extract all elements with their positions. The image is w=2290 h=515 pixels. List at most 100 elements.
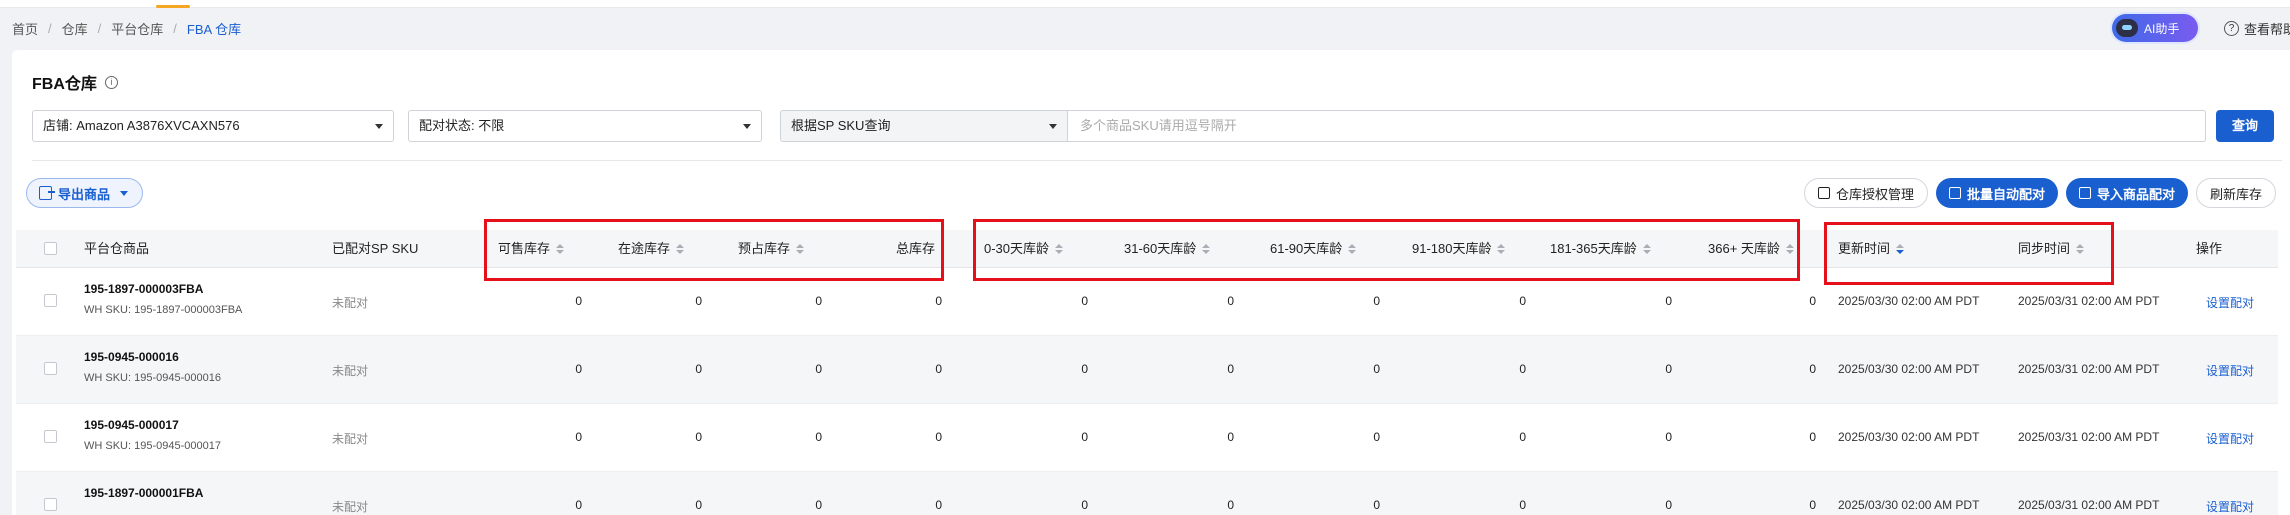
synced-time: 2025/03/31 02:00 AM PDT [2018, 362, 2160, 376]
divider [32, 160, 2282, 161]
export-icon [39, 186, 55, 200]
product-sku: 195-0945-000016 [84, 350, 179, 364]
stock-value-available: 0 [575, 498, 582, 512]
stock-value-a6: 0 [1809, 498, 1816, 512]
select-all-checkbox[interactable] [44, 242, 57, 255]
synced-time: 2025/03/31 02:00 AM PDT [2018, 294, 2160, 308]
stock-value-a5: 0 [1665, 430, 1672, 444]
stock-value-total: 0 [935, 294, 942, 308]
stock-value-available: 0 [575, 294, 582, 308]
header-product: 平台仓商品 [84, 241, 150, 256]
highlight-time-columns [1824, 222, 2114, 285]
stock-value-a6: 0 [1809, 294, 1816, 308]
stock-value-inbound: 0 [695, 294, 702, 308]
page-title: FBA仓库 i [32, 70, 118, 94]
stock-value-inbound: 0 [695, 362, 702, 376]
batch-auto-match-button[interactable]: 批量自动配对 [1935, 178, 2058, 208]
stock-value-reserved: 0 [815, 362, 822, 376]
export-products-button[interactable]: 导出商品 [26, 178, 144, 208]
stock-value-a3: 0 [1373, 294, 1380, 308]
stock-value-a4: 0 [1519, 498, 1526, 512]
matched-sku-status: 未配对 [332, 500, 369, 514]
stock-value-a1: 0 [1081, 294, 1088, 308]
breadcrumb-current: FBA 仓库 [186, 21, 242, 37]
set-match-link[interactable]: 设置配对 [2206, 362, 2254, 379]
stock-value-a3: 0 [1373, 430, 1380, 444]
updated-time: 2025/03/30 02:00 AM PDT [1838, 430, 1980, 444]
import-match-button[interactable]: 导入商品配对 [2065, 178, 2188, 208]
help-link[interactable]: ? 查看帮助 [2224, 19, 2290, 38]
set-match-link[interactable]: 设置配对 [2206, 294, 2254, 311]
active-nav-indicator [156, 5, 190, 8]
stock-value-a2: 0 [1227, 362, 1234, 376]
breadcrumb-warehouse[interactable]: 仓库 [62, 19, 88, 38]
row-checkbox[interactable] [44, 362, 57, 375]
stock-value-a3: 0 [1373, 362, 1380, 376]
stock-value-a5: 0 [1665, 294, 1672, 308]
breadcrumb-platform-warehouse[interactable]: 平台仓库 [111, 19, 163, 38]
product-sku: 195-0945-000017 [84, 418, 179, 432]
match-status-select[interactable]: 配对状态: 不限 [408, 110, 762, 142]
wh-sku: WH SKU: 195-0945-000016 [84, 372, 221, 384]
info-icon[interactable]: i [104, 75, 118, 89]
breadcrumb: 首页 / 仓库 / 平台仓库 / FBA 仓库 [12, 19, 242, 38]
wh-sku: WH SKU: 195-0945-000017 [84, 440, 221, 452]
chevron-down-icon [743, 124, 751, 129]
stock-value-a6: 0 [1809, 362, 1816, 376]
stock-value-total: 0 [935, 498, 942, 512]
stock-value-inbound: 0 [695, 498, 702, 512]
set-match-link[interactable]: 设置配对 [2206, 430, 2254, 447]
top-right-tools: AI助手 ? 查看帮助 [2112, 14, 2290, 42]
query-button[interactable]: 查询 [2216, 110, 2274, 142]
breadcrumb-home[interactable]: 首页 [12, 19, 38, 38]
table-row: 195-0945-000016 WH SKU: 195-0945-000016 未配… [16, 336, 2278, 404]
key-icon [1817, 187, 1830, 199]
stock-value-reserved: 0 [815, 294, 822, 308]
stock-value-a1: 0 [1081, 362, 1088, 376]
stock-value-a2: 0 [1227, 430, 1234, 444]
toolbar-actions: 仓库授权管理 批量自动配对 导入商品配对 刷新库存 [1796, 178, 2276, 208]
stock-value-a4: 0 [1519, 362, 1526, 376]
synced-time: 2025/03/31 02:00 AM PDT [2018, 430, 2160, 444]
matched-sku-status: 未配对 [332, 296, 369, 310]
updated-time: 2025/03/30 02:00 AM PDT [1838, 498, 1980, 512]
stock-value-a6: 0 [1809, 430, 1816, 444]
wh-sku: WH SKU: 195-1897-000003FBA [84, 304, 243, 316]
table-row: 195-0945-000017 WH SKU: 195-0945-000017 未配… [16, 404, 2278, 472]
stock-value-a5: 0 [1665, 498, 1672, 512]
stock-value-a2: 0 [1227, 294, 1234, 308]
row-checkbox[interactable] [44, 430, 57, 443]
stock-value-reserved: 0 [815, 430, 822, 444]
query-mode-select[interactable]: 根据SP SKU查询 [780, 110, 1068, 142]
set-match-link[interactable]: 设置配对 [2206, 498, 2254, 515]
grid-icon [1948, 187, 1961, 199]
matched-sku-status: 未配对 [332, 364, 369, 378]
stock-value-a4: 0 [1519, 294, 1526, 308]
updated-time: 2025/03/30 02:00 AM PDT [1838, 362, 1980, 376]
stock-value-a1: 0 [1081, 498, 1088, 512]
stock-value-a5: 0 [1665, 362, 1672, 376]
stock-value-a2: 0 [1227, 498, 1234, 512]
refresh-inventory-button[interactable]: 刷新库存 [2195, 178, 2276, 208]
import-icon [2078, 187, 2091, 199]
question-icon: ? [2224, 20, 2239, 36]
store-select[interactable]: 店铺: Amazon A3876XVCAXN576 [32, 110, 394, 142]
row-checkbox[interactable] [44, 498, 57, 511]
stock-value-inbound: 0 [695, 430, 702, 444]
header-matched-sku: 已配对SP SKU [332, 241, 419, 256]
highlight-stock-columns [484, 219, 944, 281]
stock-value-a4: 0 [1519, 430, 1526, 444]
stock-value-available: 0 [575, 362, 582, 376]
table-row: 195-1897-000001FBA 未配对 0 0 0 0 0 0 0 0 0 0 2025/03/3… [16, 472, 2278, 515]
stock-value-total: 0 [935, 362, 942, 376]
updated-time: 2025/03/30 02:00 AM PDT [1838, 294, 1980, 308]
row-checkbox[interactable] [44, 294, 57, 307]
stock-value-total: 0 [935, 430, 942, 444]
ai-assistant-button[interactable]: AI助手 [2112, 14, 2198, 42]
warehouse-auth-button[interactable]: 仓库授权管理 [1803, 178, 1928, 208]
top-nav-bar [0, 0, 2290, 8]
chevron-down-icon [375, 124, 383, 129]
stock-value-reserved: 0 [815, 498, 822, 512]
sku-search-input[interactable]: 多个商品SKU请用逗号隔开 [1068, 110, 2206, 142]
chevron-down-icon [1049, 124, 1057, 129]
